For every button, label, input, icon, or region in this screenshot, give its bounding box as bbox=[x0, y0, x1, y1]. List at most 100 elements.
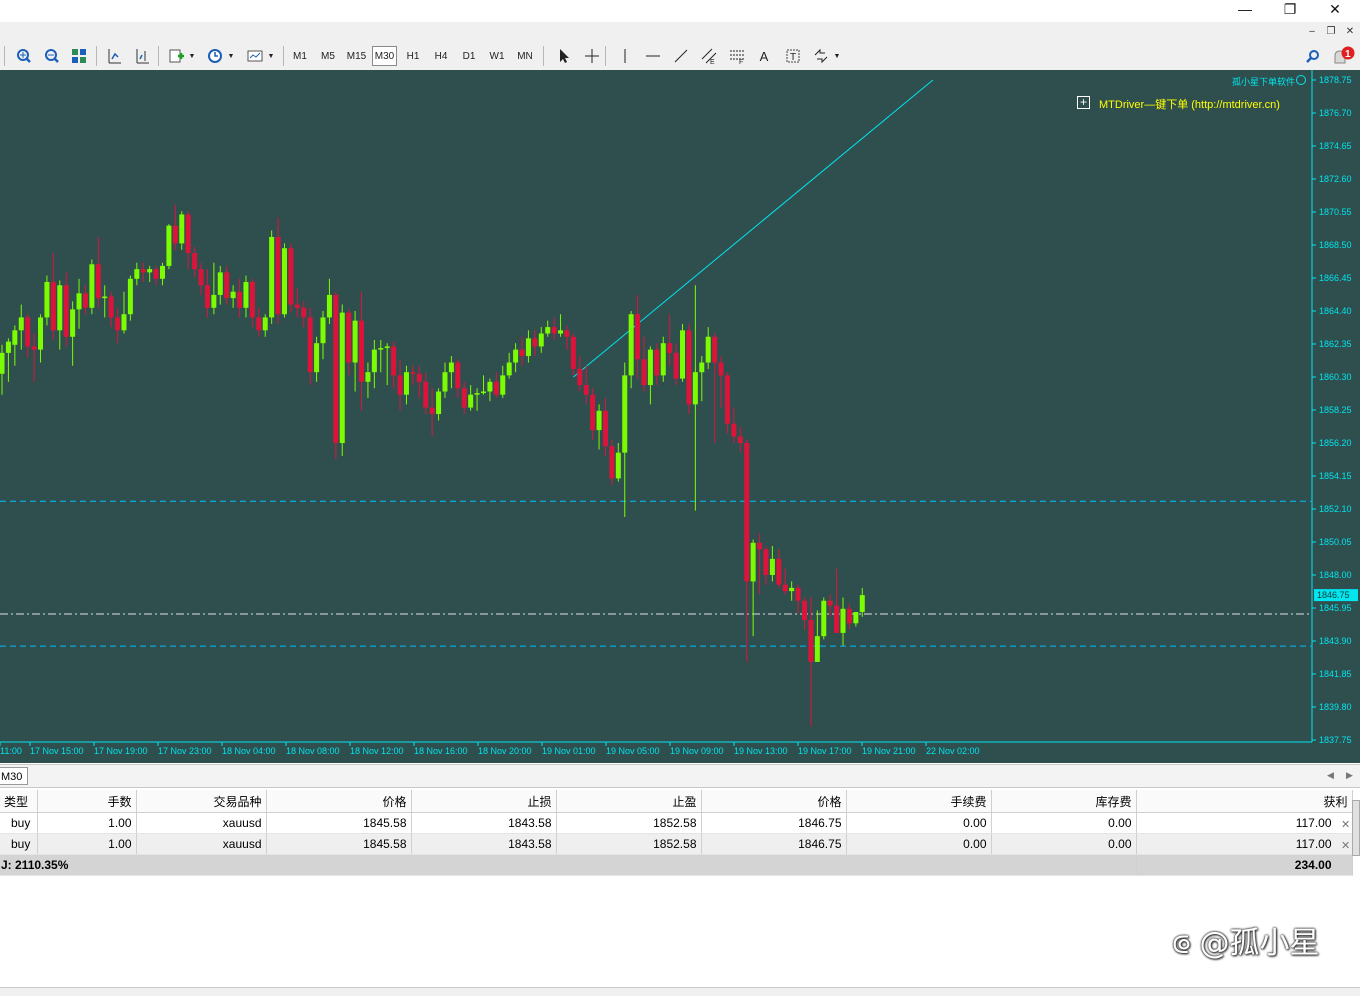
column-header[interactable]: 手续费 bbox=[846, 790, 992, 813]
column-header[interactable]: 交易品种 bbox=[136, 790, 267, 813]
table-cell: 1.00 bbox=[37, 812, 137, 834]
tab-xauusd-m30[interactable]: M30 bbox=[0, 767, 28, 785]
candle-body bbox=[737, 436, 743, 443]
timeframe-h1-button[interactable]: H1 bbox=[401, 46, 425, 66]
plugin-settings-icon[interactable] bbox=[1296, 75, 1306, 85]
candle-body bbox=[532, 338, 538, 347]
table-row[interactable]: buy 1.00 xauusd 1845.58 1843.58 1852.58 1846.7… bbox=[0, 812, 1353, 834]
candle-body bbox=[63, 285, 69, 337]
candle-body bbox=[198, 269, 204, 286]
candle-body bbox=[410, 372, 416, 374]
timeframe-d1-button[interactable]: D1 bbox=[457, 46, 481, 66]
candle-body bbox=[680, 330, 686, 379]
arrows-icon[interactable] bbox=[810, 46, 832, 66]
table-scrollbar[interactable] bbox=[1352, 800, 1360, 856]
close-position-icon[interactable]: ✕ bbox=[1341, 818, 1350, 831]
trendline-icon[interactable] bbox=[670, 46, 692, 66]
vertical-line-icon[interactable] bbox=[614, 46, 636, 66]
chevron-down-icon[interactable]: ▼ bbox=[188, 46, 196, 66]
toolbar-separator bbox=[158, 46, 159, 66]
candle-body bbox=[590, 394, 596, 431]
candle-body bbox=[108, 296, 114, 318]
equidistant-channel-icon[interactable]: E bbox=[698, 46, 720, 66]
column-header[interactable]: 价格 bbox=[701, 790, 847, 813]
column-header[interactable]: 库存费 bbox=[991, 790, 1137, 813]
candle-body bbox=[397, 375, 403, 395]
price-chart[interactable]: 1878.75 1876.70 1874.65 1872.60 1870.55 1868.… bbox=[0, 70, 1360, 763]
candle-body bbox=[763, 549, 769, 575]
chart-window[interactable]: 1878.75 1876.70 1874.65 1872.60 1870.55 1868.… bbox=[0, 70, 1360, 763]
column-header[interactable]: 类型 bbox=[0, 790, 38, 813]
zoom-out-icon[interactable] bbox=[40, 46, 62, 66]
mdi-close-button[interactable]: ✕ bbox=[1341, 24, 1359, 40]
search-icon[interactable] bbox=[1303, 46, 1323, 66]
horizontal-line-icon[interactable] bbox=[642, 46, 664, 66]
candle-body bbox=[359, 320, 365, 382]
timeframe-m30-button[interactable]: M30 bbox=[372, 46, 397, 66]
indicators-icon[interactable] bbox=[166, 46, 188, 66]
time-tick-label: 19 Nov 21:00 bbox=[862, 746, 916, 756]
timeframe-m5-button[interactable]: M5 bbox=[316, 46, 340, 66]
timeframe-m15-button[interactable]: M15 bbox=[343, 46, 370, 66]
fibonacci-icon[interactable]: F bbox=[726, 46, 748, 66]
candle-body bbox=[602, 410, 608, 447]
table-cell: 0.00 bbox=[991, 833, 1137, 855]
candle-body bbox=[147, 269, 153, 273]
time-tick-label: 19 Nov 09:00 bbox=[670, 746, 724, 756]
column-header[interactable]: 价格 bbox=[266, 790, 412, 813]
tab-scroll-right-icon[interactable]: ▶ bbox=[1346, 770, 1353, 781]
candle-body bbox=[115, 317, 121, 331]
candle-body bbox=[204, 285, 210, 308]
plugin-label[interactable]: MTDriver—键下单 (http://mtdriver.cn) bbox=[1099, 96, 1280, 112]
candle-body bbox=[307, 317, 313, 373]
timeframe-h4-button[interactable]: H4 bbox=[429, 46, 453, 66]
candle-body bbox=[647, 349, 653, 386]
chevron-down-icon[interactable]: ▼ bbox=[227, 46, 235, 66]
column-header[interactable]: 止损 bbox=[411, 790, 557, 813]
candle-body bbox=[744, 443, 750, 582]
plugin-expand-button[interactable]: + bbox=[1077, 96, 1090, 109]
price-tick-label: 1852.10 bbox=[1319, 504, 1352, 514]
time-tick-label: 19 Nov 17:00 bbox=[798, 746, 852, 756]
cursor-icon[interactable] bbox=[553, 46, 575, 66]
table-cell: 0.00 bbox=[846, 833, 992, 855]
table-cell: xauusd bbox=[136, 812, 267, 834]
column-header[interactable]: 获利 bbox=[1136, 790, 1353, 813]
chevron-down-icon[interactable]: ▼ bbox=[833, 46, 841, 66]
chevron-down-icon[interactable]: ▼ bbox=[267, 46, 275, 66]
crosshair-icon[interactable] bbox=[581, 46, 603, 66]
notifications-icon[interactable]: 1 bbox=[1330, 46, 1358, 66]
toolbar-separator bbox=[543, 46, 544, 66]
restore-window-button[interactable]: ❐ bbox=[1267, 0, 1313, 20]
timeframe-m1-button[interactable]: M1 bbox=[288, 46, 312, 66]
periods-icon[interactable] bbox=[204, 46, 226, 66]
candle-body bbox=[378, 348, 384, 350]
timeframe-w1-button[interactable]: W1 bbox=[485, 46, 509, 66]
svg-text:T: T bbox=[790, 52, 796, 63]
trendline[interactable] bbox=[573, 79, 934, 378]
column-header[interactable]: 手数 bbox=[37, 790, 137, 813]
templates-icon[interactable] bbox=[244, 46, 266, 66]
mdi-minimize-button[interactable]: – bbox=[1303, 24, 1321, 40]
minimize-window-button[interactable]: — bbox=[1222, 0, 1268, 20]
table-row[interactable]: buy 1.00 xauusd 1845.58 1843.58 1852.58 1846.7… bbox=[0, 833, 1353, 855]
tab-scroll-left-icon[interactable]: ◀ bbox=[1327, 770, 1334, 781]
table-cell: 1843.58 bbox=[411, 812, 557, 834]
candle-body bbox=[724, 375, 730, 424]
close-position-icon[interactable]: ✕ bbox=[1341, 839, 1350, 852]
auto-scroll-icon[interactable] bbox=[103, 46, 125, 66]
timeframe-mn-button[interactable]: MN bbox=[513, 46, 537, 66]
mdi-restore-button[interactable]: ❐ bbox=[1322, 24, 1340, 40]
zoom-in-icon[interactable] bbox=[12, 46, 34, 66]
candle-body bbox=[487, 381, 493, 392]
candle-body bbox=[326, 294, 332, 318]
text-label-icon[interactable]: T bbox=[782, 46, 804, 66]
close-window-button[interactable]: ✕ bbox=[1312, 0, 1358, 20]
chart-shift-icon[interactable] bbox=[131, 46, 153, 66]
candle-body bbox=[82, 293, 88, 308]
table-cell: 0.00 bbox=[846, 812, 992, 834]
column-header[interactable]: 止盈 bbox=[556, 790, 702, 813]
text-tool-button[interactable]: A bbox=[754, 46, 774, 66]
tile-windows-icon[interactable] bbox=[68, 46, 90, 66]
candle-body bbox=[70, 309, 76, 337]
